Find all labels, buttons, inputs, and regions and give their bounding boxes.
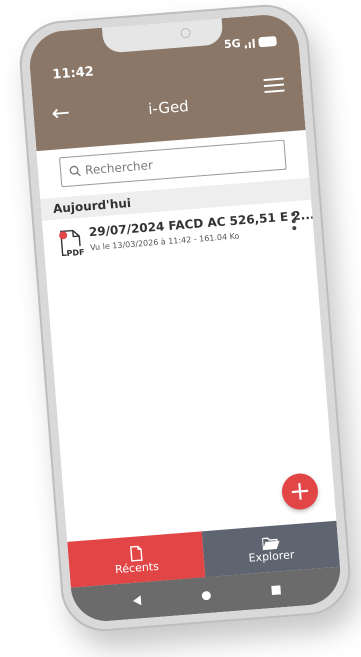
pdf-type-label: PDF <box>66 248 85 258</box>
phone-frame: 11:42 5G ← i-Ged Rechercher Aujourd'hui <box>16 1 354 635</box>
network-label: 5G <box>223 36 242 52</box>
notch <box>101 18 224 54</box>
camera-icon <box>180 27 192 39</box>
battery-icon <box>258 35 277 47</box>
more-options-icon[interactable] <box>288 209 300 234</box>
hamburger-menu-icon[interactable] <box>263 74 285 98</box>
status-time: 11:42 <box>51 64 95 83</box>
signal-icon <box>244 37 255 48</box>
add-button[interactable]: + <box>280 472 320 511</box>
status-icons: 5G <box>223 34 277 51</box>
nav-back-icon[interactable] <box>132 595 142 606</box>
app-header: 11:42 5G ← i-Ged <box>27 12 306 152</box>
pdf-file-icon: PDF <box>59 229 85 258</box>
section-label: Aujourd'hui <box>52 195 132 216</box>
search-input[interactable]: Rechercher <box>59 139 287 188</box>
nav-recents-icon[interactable] <box>271 584 282 595</box>
page-title: i-Ged <box>147 97 190 119</box>
stage: 11:42 5G ← i-Ged Rechercher Aujourd'hui <box>0 0 361 657</box>
phone-screen: 11:42 5G ← i-Ged Rechercher Aujourd'hui <box>27 12 343 624</box>
tab-explorer-label: Explorer <box>248 547 295 565</box>
nav-home-icon[interactable] <box>201 590 212 601</box>
folder-open-icon <box>261 537 279 550</box>
search-icon <box>69 165 81 177</box>
document-icon <box>129 545 143 562</box>
search-placeholder: Rechercher <box>84 158 154 178</box>
tab-recents-label: Récents <box>114 559 160 576</box>
